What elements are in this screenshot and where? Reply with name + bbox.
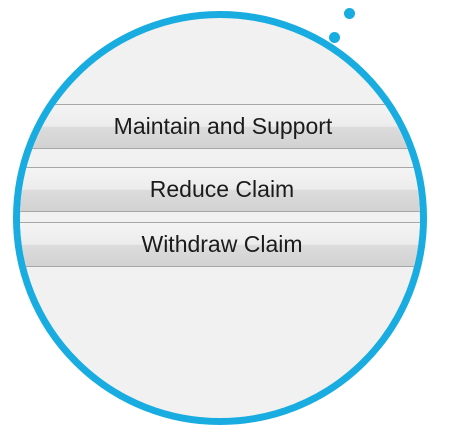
zoom-callout: Maintain and Support Reduce Claim Withdr… xyxy=(0,0,449,432)
magnifier-circle: Maintain and Support Reduce Claim Withdr… xyxy=(13,11,427,425)
withdraw-claim-button[interactable]: Withdraw Claim xyxy=(20,222,420,267)
reduce-claim-button[interactable]: Reduce Claim xyxy=(20,167,420,212)
button-panel: Maintain and Support Reduce Claim Withdr… xyxy=(20,18,420,418)
reduce-claim-label: Reduce Claim xyxy=(149,176,295,202)
maintain-and-support-button[interactable]: Maintain and Support xyxy=(20,104,420,149)
maintain-and-support-label: Maintain and Support xyxy=(113,113,333,139)
withdraw-claim-label: Withdraw Claim xyxy=(141,231,303,257)
